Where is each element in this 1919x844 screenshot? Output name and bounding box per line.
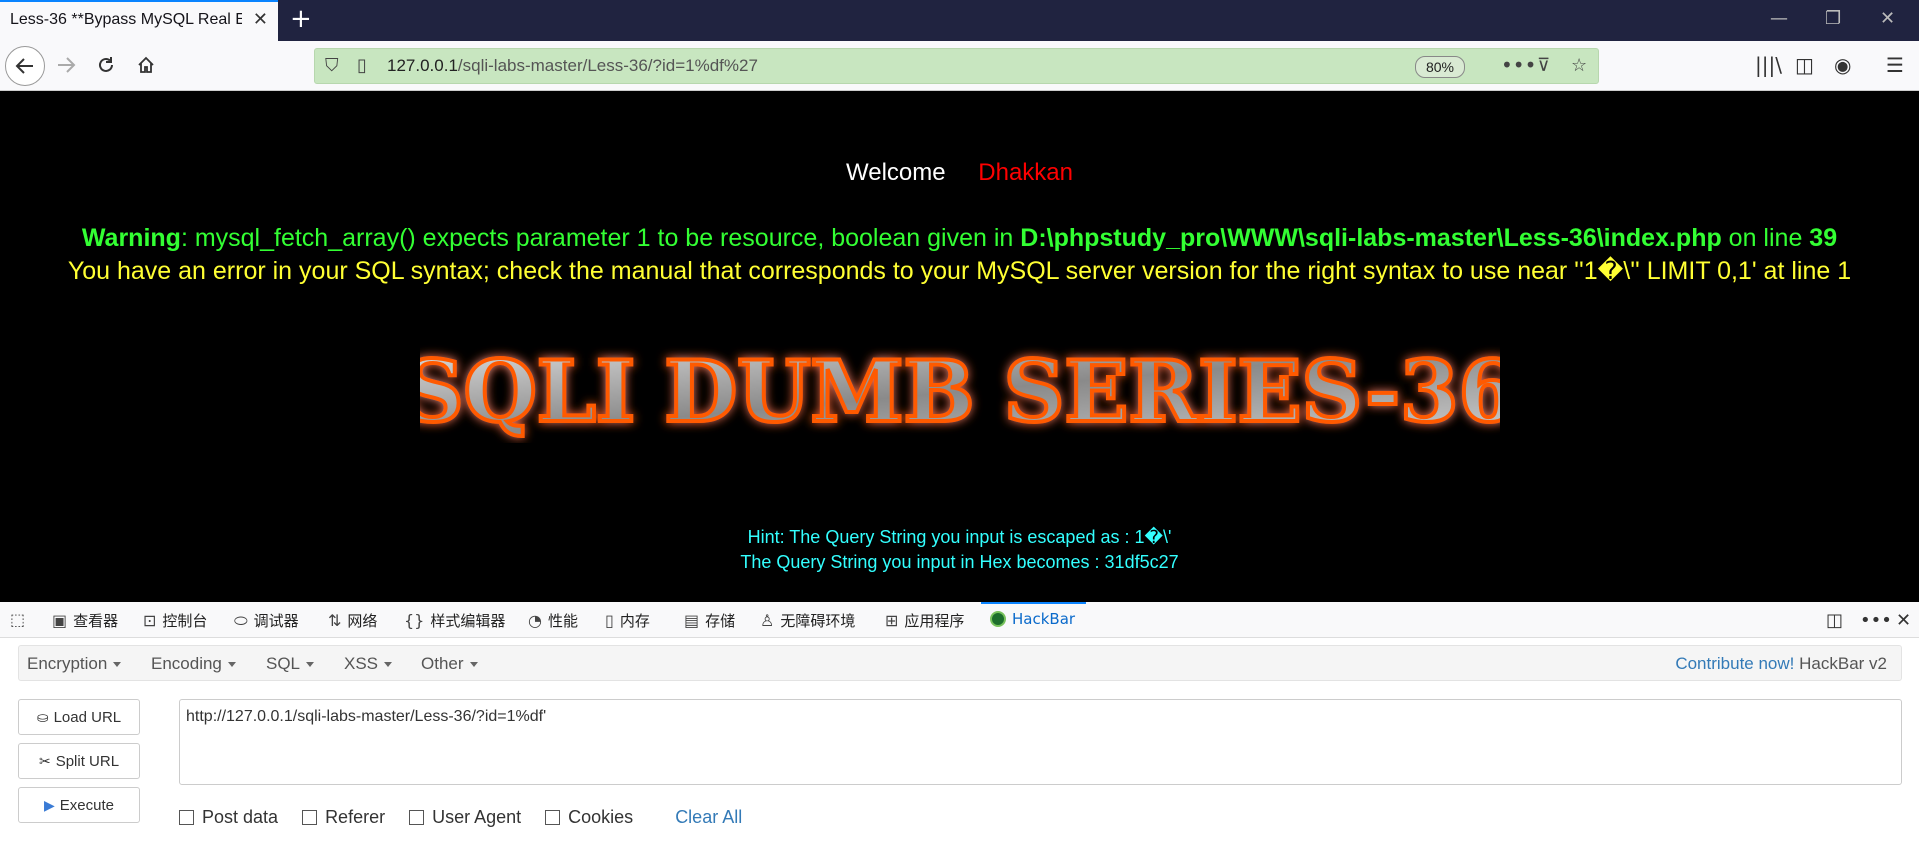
sidebar-icon[interactable]: ◫ (1795, 53, 1814, 77)
memory-icon: ▯ (605, 611, 614, 630)
menu-icon[interactable]: ☰ (1886, 53, 1904, 77)
devtools-tab-console[interactable]: ⊡ 控制台 (143, 610, 207, 631)
shield-icon[interactable]: ⛉ (325, 55, 339, 76)
menu-encryption[interactable]: Encryption (27, 654, 122, 674)
bookmark-star-icon[interactable]: ☆ (1571, 55, 1587, 76)
split-url-button[interactable]: ✂ Split URL (18, 743, 140, 779)
storage-icon: ▤ (684, 611, 700, 630)
network-icon: ⇅ (328, 611, 342, 630)
account-icon[interactable]: ◉ (1834, 53, 1851, 77)
load-url-icon: ⛀ (36, 708, 49, 725)
referer-option[interactable]: Referer (302, 807, 385, 828)
forward-button[interactable] (50, 49, 82, 81)
more-actions-icon[interactable]: ••• (1501, 53, 1536, 77)
inspector-icon: ▣ (52, 611, 68, 630)
caret-down-icon (384, 662, 393, 668)
hackbar-icon (990, 611, 1006, 627)
page-content: Welcome Dhakkan Warning: mysql_fetch_arr… (0, 91, 1919, 602)
username: Dhakkan (978, 159, 1073, 186)
menu-other[interactable]: Other (421, 654, 478, 674)
cookies-checkbox (545, 810, 561, 825)
home-icon (138, 56, 154, 73)
php-warning: Warning: mysql_fetch_array() expects par… (81, 224, 1838, 252)
devtools-tab-debugger[interactable]: ⬭ 调试器 (234, 610, 299, 631)
devtools-tab-style-editor[interactable]: {} 样式编辑器 (404, 610, 505, 631)
home-button[interactable] (130, 49, 162, 81)
hackbar-url-input[interactable]: http://127.0.0.1/sqli-labs-master/Less-3… (179, 699, 1902, 785)
restore-icon[interactable]: ❐ (1825, 8, 1841, 29)
minimize-icon[interactable]: — (1770, 8, 1788, 29)
caret-down-icon (306, 662, 315, 668)
nav-bar: ⛉ ▯ 127.0.0.1/sqli-labs-master/Less-36/?… (0, 41, 1919, 91)
devtools-tab-storage[interactable]: ▤ 存储 (684, 610, 735, 631)
tab-strip: Less-36 **Bypass MySQL Real Es ✕ + — ❐ ✕ (0, 0, 1919, 41)
arrow-left-icon (15, 58, 33, 74)
devtools-tab-inspector[interactable]: ▣ 查看器 (52, 610, 118, 631)
menu-sql[interactable]: SQL (266, 654, 315, 674)
caret-down-icon (469, 662, 478, 668)
post-data-checkbox (179, 810, 194, 825)
back-button[interactable] (5, 46, 45, 86)
execute-button[interactable]: ▶ Execute (18, 787, 140, 823)
user-agent-option[interactable]: User Agent (409, 807, 521, 828)
tab-close-icon[interactable]: ✕ (253, 9, 268, 30)
svg-text:SQLI DUMB SERIES-36: SQLI DUMB SERIES-36 (420, 343, 1500, 441)
contribute-link[interactable]: Contribute now! (1675, 654, 1794, 673)
application-icon: ⊞ (885, 611, 899, 630)
browser-tab[interactable]: Less-36 **Bypass MySQL Real Es ✕ (0, 0, 278, 41)
cookies-option[interactable]: Cookies (545, 807, 633, 828)
reload-button[interactable] (90, 49, 122, 81)
user-agent-checkbox (409, 810, 425, 825)
welcome-text: Welcome (846, 159, 946, 186)
scissors-icon: ✂ (38, 752, 51, 769)
library-icon[interactable]: |||\ (1755, 53, 1782, 77)
devtools-more-icon[interactable]: ••• (1860, 610, 1892, 631)
url-bar[interactable]: ⛉ ▯ 127.0.0.1/sqli-labs-master/Less-36/?… (314, 48, 1599, 84)
window-close-icon[interactable]: ✕ (1880, 8, 1895, 29)
hackbar-version: HackBar v2 (1799, 654, 1887, 673)
devtools-tab-application[interactable]: ⊞ 应用程序 (885, 610, 964, 631)
pocket-icon[interactable]: ⊽ (1537, 55, 1550, 76)
hackbar-options: Post data Referer User Agent Cookies Cle… (179, 807, 742, 828)
caret-down-icon (113, 662, 122, 668)
performance-icon: ◔ (528, 611, 542, 630)
hint-hex: The Query String you input in Hex become… (740, 552, 1179, 572)
new-tab-icon[interactable]: + (290, 4, 312, 34)
devtools-tab-network[interactable]: ⇅ 网络 (328, 610, 377, 631)
welcome-line: Welcome Dhakkan (0, 159, 1919, 187)
tab-title: Less-36 **Bypass MySQL Real Es (10, 11, 242, 28)
series-banner: SQLI DUMB SERIES-36 (420, 343, 1500, 443)
referer-checkbox (302, 810, 318, 825)
dock-toggle-icon[interactable]: ◫ (1826, 610, 1843, 631)
caret-down-icon (227, 662, 236, 668)
sql-error: You have an error in your SQL syntax; ch… (67, 257, 1852, 285)
page-icon: ▯ (357, 55, 367, 76)
contribute: Contribute now! HackBar v2 (1675, 654, 1887, 674)
clear-all-link[interactable]: Clear All (675, 807, 742, 828)
menu-encoding[interactable]: Encoding (151, 654, 236, 674)
devtools-tab-memory[interactable]: ▯ 内存 (605, 610, 650, 631)
element-picker-icon[interactable]: ⬚ (10, 610, 25, 629)
devtools-tab-hackbar[interactable]: HackBar (990, 610, 1075, 628)
arrow-right-icon (58, 57, 76, 73)
devtools-tab-performance[interactable]: ◔ 性能 (528, 610, 578, 631)
load-url-button[interactable]: ⛀ Load URL (18, 699, 140, 735)
devtools-close-icon[interactable]: ✕ (1896, 610, 1911, 631)
console-icon: ⊡ (143, 611, 157, 630)
url-text[interactable]: 127.0.0.1/sqli-labs-master/Less-36/?id=1… (387, 56, 758, 76)
devtools-tab-accessibility[interactable]: ♙ 无障碍环境 (760, 610, 855, 631)
hint-escaped: Hint: The Query String you input is esca… (747, 527, 1172, 547)
reload-icon (99, 57, 113, 72)
zoom-level[interactable]: 80% (1415, 56, 1465, 78)
hackbar-panel: Encryption Encoding SQL XSS Other Contri… (0, 638, 1919, 844)
devtools-toolbar: ⬚ ▣ 查看器 ⊡ 控制台 ⬭ 调试器 ⇅ 网络 {} 样式编辑器 ◔ 性能 ▯ 内存 ▤ 存储… (0, 602, 1919, 638)
accessibility-icon: ♙ (760, 611, 775, 630)
post-data-option[interactable]: Post data (179, 807, 278, 828)
active-tab-indicator (981, 602, 1086, 604)
debugger-icon: ⬭ (234, 610, 248, 630)
style-editor-icon: {} (404, 611, 425, 630)
menu-xss[interactable]: XSS (344, 654, 393, 674)
hackbar-menubar: Encryption Encoding SQL XSS Other Contri… (18, 645, 1902, 681)
play-icon: ▶ (44, 796, 55, 813)
